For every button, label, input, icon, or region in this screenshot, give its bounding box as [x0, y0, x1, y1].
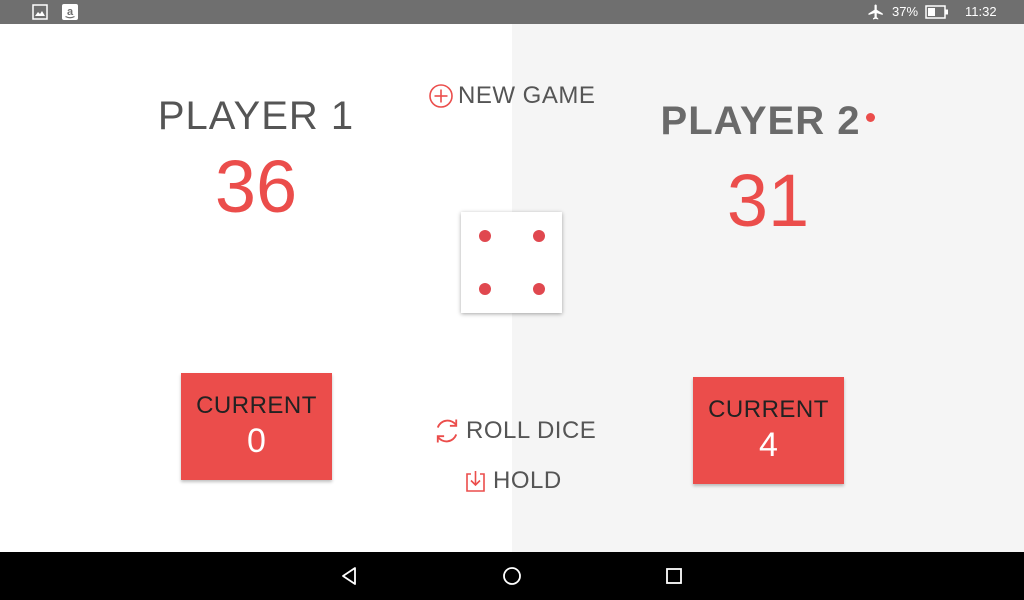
hold-button[interactable]: HOLD	[463, 467, 562, 495]
dice	[461, 212, 562, 313]
dice-pip	[479, 283, 491, 295]
player-2-name-text: PLAYER 2	[660, 99, 861, 143]
new-game-label: NEW GAME	[458, 82, 596, 109]
dice-pip	[533, 283, 545, 295]
home-icon[interactable]	[500, 564, 524, 588]
player-1-current-value: 0	[247, 422, 266, 460]
airplane-mode-icon	[868, 4, 883, 20]
battery-percentage: 37%	[892, 4, 919, 19]
battery-icon	[925, 5, 948, 19]
status-bar: a 37% 11:32	[0, 0, 1024, 24]
image-icon	[32, 4, 48, 20]
roll-dice-label: ROLL DICE	[466, 417, 597, 444]
hold-label: HOLD	[493, 467, 562, 494]
player-2-current-box: CURRENT 4	[693, 377, 844, 484]
refresh-icon	[436, 419, 458, 443]
recents-icon[interactable]	[662, 564, 686, 588]
game-board: PLAYER 1 36 CURRENT 0 PLAYER 2 31 CURREN…	[0, 24, 1024, 552]
roll-dice-button[interactable]: ROLL DICE	[432, 416, 596, 446]
player-2-current-value: 4	[759, 426, 778, 464]
active-player-indicator	[866, 112, 876, 122]
clock: 11:32	[965, 4, 997, 19]
svg-text:a: a	[67, 6, 74, 18]
dice-pip	[533, 230, 545, 242]
player-1-current-label: CURRENT	[196, 392, 317, 419]
player-2-current-label: CURRENT	[708, 396, 829, 423]
download-icon	[466, 471, 485, 492]
add-circle-icon	[429, 84, 453, 108]
player-1-current-box: CURRENT 0	[181, 373, 332, 480]
navigation-bar	[0, 552, 1024, 600]
back-icon[interactable]	[338, 564, 362, 588]
new-game-button[interactable]: NEW GAME	[428, 82, 595, 110]
player-1-name-text: PLAYER 1	[157, 94, 355, 138]
dice-pip	[479, 230, 491, 242]
player-2-score: 31	[726, 159, 810, 242]
amazon-icon: a	[62, 4, 78, 20]
player-1-score: 36	[214, 145, 298, 228]
